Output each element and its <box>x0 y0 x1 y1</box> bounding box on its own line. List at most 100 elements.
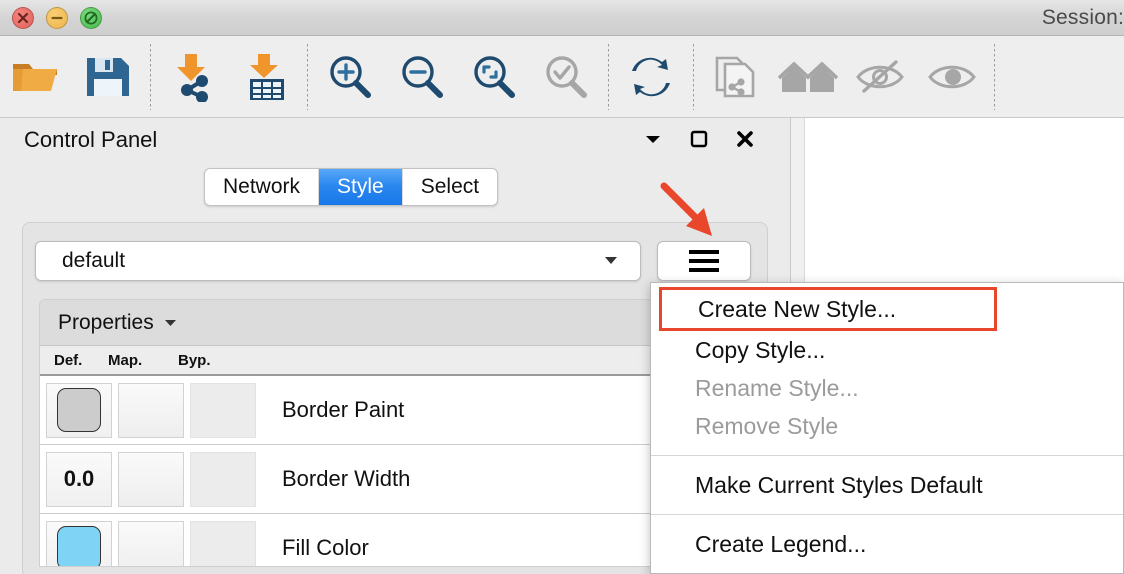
control-panel-header-actions <box>642 128 756 150</box>
menu-item-create-new-style[interactable]: Create New Style... <box>659 287 997 331</box>
row-default-cell[interactable] <box>46 383 112 438</box>
control-panel-header: Control Panel <box>0 118 790 162</box>
menu-item-copy-style[interactable]: Copy Style... <box>651 331 1123 369</box>
zoom-in-button[interactable] <box>314 36 386 118</box>
table-row[interactable]: Border Paint <box>40 376 752 445</box>
column-header-map: Map. <box>108 352 178 369</box>
control-panel-close-button[interactable] <box>734 128 756 150</box>
style-options-menu-button[interactable] <box>657 241 751 281</box>
window-controls <box>12 7 102 29</box>
toolbar-group-zoom <box>314 36 602 118</box>
minimize-window-button[interactable] <box>46 7 68 29</box>
toolbar-separator <box>150 44 151 110</box>
houses-icon <box>778 56 838 98</box>
menu-separator <box>651 514 1123 515</box>
property-name: Border Paint <box>282 397 404 423</box>
tab-select[interactable]: Select <box>403 169 497 205</box>
zoom-fit-icon <box>470 53 518 101</box>
toolbar-group-refresh <box>615 36 687 118</box>
style-options-context-menu: Create New Style... Copy Style... Rename… <box>650 282 1124 574</box>
new-network-from-selection-button[interactable] <box>700 36 772 118</box>
zoom-selected-button[interactable] <box>530 36 602 118</box>
menu-item-remove-style: Remove Style <box>651 407 1123 445</box>
control-panel-title: Control Panel <box>24 127 157 153</box>
row-mapping-cell[interactable] <box>118 383 184 438</box>
toolbar-separator <box>608 44 609 110</box>
open-folder-icon <box>10 55 62 99</box>
toolbar-separator <box>994 44 995 110</box>
open-session-button[interactable] <box>0 36 72 118</box>
maximize-icon <box>689 129 709 149</box>
eye-hidden-icon <box>854 57 906 97</box>
zoom-window-button[interactable] <box>80 7 102 29</box>
tab-network[interactable]: Network <box>205 169 319 205</box>
style-select[interactable]: default <box>35 241 641 281</box>
eye-visible-icon <box>926 57 978 97</box>
menu-separator <box>651 455 1123 456</box>
refresh-network-button[interactable] <box>615 36 687 118</box>
caret-down-icon <box>164 314 177 332</box>
column-header-byp: Byp. <box>178 352 248 369</box>
tab-style[interactable]: Style <box>319 169 403 205</box>
close-icon <box>735 129 755 149</box>
caret-down-icon <box>604 252 618 270</box>
properties-header[interactable]: Properties <box>40 300 752 346</box>
style-selector-row: default <box>35 241 751 281</box>
table-row[interactable]: 0.0 Border Width <box>40 445 752 514</box>
title-bar: Session: <box>0 0 1124 36</box>
close-window-button[interactable] <box>12 7 34 29</box>
zoom-out-button[interactable] <box>386 36 458 118</box>
toolbar-separator <box>693 44 694 110</box>
row-default-cell[interactable] <box>46 521 112 568</box>
fill-color-swatch[interactable] <box>57 526 101 567</box>
property-name: Border Width <box>282 466 410 492</box>
border-width-value: 0.0 <box>64 466 95 492</box>
control-panel-maximize-button[interactable] <box>688 128 710 150</box>
zoom-in-icon <box>326 53 374 101</box>
menu-item-make-current-styles-default[interactable]: Make Current Styles Default <box>651 466 1123 504</box>
row-bypass-cell[interactable] <box>190 452 256 507</box>
control-panel-dropdown-button[interactable] <box>642 128 664 150</box>
row-bypass-cell[interactable] <box>190 521 256 568</box>
zoom-fit-button[interactable] <box>458 36 530 118</box>
menu-item-rename-style: Rename Style... <box>651 369 1123 407</box>
row-bypass-cell[interactable] <box>190 383 256 438</box>
zoom-selected-icon <box>542 53 590 101</box>
hamburger-icon-bar <box>689 250 719 254</box>
toolbar-group-import <box>157 36 301 118</box>
import-table-icon <box>239 52 291 102</box>
group-nodes-button[interactable] <box>772 36 844 118</box>
import-network-button[interactable] <box>157 36 229 118</box>
save-floppy-icon <box>83 54 133 100</box>
table-row[interactable]: Fill Color <box>40 514 752 567</box>
hamburger-icon-bar <box>689 259 719 263</box>
import-table-button[interactable] <box>229 36 301 118</box>
menu-item-create-legend[interactable]: Create Legend... <box>651 525 1123 563</box>
column-header-def: Def. <box>40 352 108 369</box>
row-mapping-cell[interactable] <box>118 521 184 568</box>
show-all-button[interactable] <box>916 36 988 118</box>
main-toolbar <box>0 36 1124 118</box>
minimize-icon <box>47 8 67 28</box>
properties-panel: Properties Def. Map. Byp. Borde <box>39 299 753 567</box>
toolbar-group-session <box>0 36 144 118</box>
import-network-icon <box>167 52 219 102</box>
zoom-out-icon <box>398 53 446 101</box>
zoom-icon <box>81 8 101 28</box>
chevron-down-icon <box>643 132 663 146</box>
properties-title: Properties <box>58 311 154 335</box>
window-title: Session: <box>1042 0 1124 36</box>
row-default-cell[interactable]: 0.0 <box>46 452 112 507</box>
close-icon <box>13 8 33 28</box>
toolbar-separator <box>307 44 308 110</box>
hide-selected-button[interactable] <box>844 36 916 118</box>
properties-column-headers: Def. Map. Byp. <box>40 346 752 376</box>
toolbar-group-view <box>700 36 988 118</box>
new-network-icon <box>711 52 761 102</box>
hamburger-icon-bar <box>689 268 719 272</box>
application-window: Session: <box>0 0 1124 574</box>
save-session-button[interactable] <box>72 36 144 118</box>
property-name: Fill Color <box>282 535 369 561</box>
row-mapping-cell[interactable] <box>118 452 184 507</box>
border-paint-swatch[interactable] <box>57 388 101 432</box>
